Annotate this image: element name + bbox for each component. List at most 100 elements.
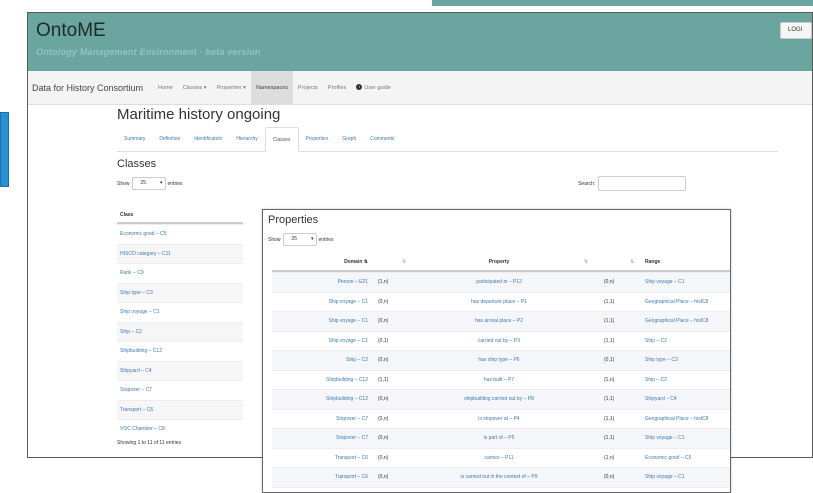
class-row[interactable]: Ship – C2	[117, 321, 243, 341]
class-row[interactable]: Stopover – C7	[117, 380, 243, 400]
class-column-header[interactable]: Class	[117, 207, 243, 224]
range-cell[interactable]: Ship – C2	[642, 332, 730, 351]
property-row: Shipbuilding – C12 (0,n) shipbuilding carr…	[272, 389, 730, 409]
domain-cell[interactable]: Shipbuilding – C12	[272, 390, 374, 409]
tab-summary[interactable]: Summary	[117, 127, 152, 151]
property-column-header[interactable]: Property	[414, 254, 584, 270]
class-row[interactable]: Economic good – C5	[117, 224, 243, 244]
tab-definition[interactable]: Definition	[152, 127, 187, 151]
property-cell[interactable]: is part of – P5	[414, 429, 584, 448]
range-cardinality-header[interactable]	[602, 254, 630, 270]
nav-classes-dropdown[interactable]: Classes ▾	[178, 71, 212, 105]
nav-profiles[interactable]: Profiles	[323, 71, 351, 105]
class-row[interactable]: Shipbuilding – C12	[117, 341, 243, 361]
app-brand[interactable]: OntoME	[36, 20, 106, 42]
property-cell[interactable]: is carried out in the context of – P9	[414, 468, 584, 487]
property-row: Transport – C6 (0,n) carries – P11 (1,n) Eco…	[272, 447, 730, 468]
domain-cell[interactable]: VOC Chamber – C8	[272, 488, 374, 493]
spacer-cell	[584, 410, 602, 429]
range-cell[interactable]: Geographical Place – histC8	[642, 410, 730, 429]
property-row: Ship – C2 (0,n) has ship type – P6 (0,1) Shi…	[272, 350, 730, 370]
class-row[interactable]: Shipyard – C4	[117, 360, 243, 380]
domain-cardinality-cell: (0,n)	[378, 474, 389, 480]
range-cell[interactable]: Economic good – C5	[642, 449, 730, 468]
range-cardinality-cell: (0,n)	[604, 474, 615, 480]
tab-comments[interactable]: Comments	[363, 127, 401, 151]
search-input[interactable]	[598, 176, 687, 191]
property-cell[interactable]: has ship type – P6	[414, 351, 584, 370]
classes-length-control: Show 25 ▾ entries	[117, 177, 183, 190]
page-title: Maritime history ongoing	[117, 106, 281, 123]
property-cell[interactable]: has arrival place – P2	[414, 312, 584, 331]
class-row[interactable]: Ship type – C3	[117, 282, 243, 302]
nav-home[interactable]: Home	[153, 71, 178, 105]
range-cardinality-cell: (1,n)	[604, 454, 615, 461]
tab-identification[interactable]: Identification	[187, 127, 229, 151]
domain-cell[interactable]: Stopover – C7	[272, 410, 374, 429]
classes-page-size-select[interactable]: 25 ▾	[131, 177, 166, 190]
show-label: Show	[117, 180, 130, 187]
range-cell[interactable]: Geographical Place – histC8	[642, 312, 730, 331]
class-row[interactable]: HISCO category – C11	[117, 243, 243, 263]
class-row[interactable]: VOC Chamber – C8	[117, 419, 243, 439]
nav-properties-dropdown[interactable]: Properties ▾	[212, 71, 251, 105]
range-cell[interactable]: Ship voyage – C1	[642, 488, 730, 493]
domain-cardinality-header[interactable]	[374, 254, 402, 270]
range-cell[interactable]: Ship voyage – C1	[642, 468, 730, 487]
range-cell[interactable]: Ship voyage – C1	[642, 273, 730, 292]
range-cardinality-cell: (0,n)	[602, 488, 630, 493]
sort-icon[interactable]: ⇅	[402, 254, 414, 270]
spacer-cell	[630, 312, 642, 331]
domain-cardinality-cell: (1,1)	[374, 488, 402, 493]
spacer-cell	[584, 293, 602, 312]
tab-classes[interactable]: Classes	[264, 127, 299, 152]
sort-icon[interactable]: ⇅	[584, 254, 602, 270]
property-cell[interactable]: has departure place – P1	[414, 293, 584, 312]
nav-brand[interactable]: Data for History Consortium	[32, 83, 143, 93]
spacer-cell	[630, 371, 642, 390]
domain-cell[interactable]: Shipbuilding – C12	[272, 371, 374, 390]
spacer-cell	[584, 468, 602, 487]
range-cell[interactable]: Ship voyage – C1	[642, 429, 730, 448]
side-panel-tab[interactable]	[0, 112, 9, 187]
property-cell[interactable]: has built – P7	[414, 371, 584, 390]
domain-cell[interactable]: Ship voyage – C1	[272, 332, 374, 351]
property-cell[interactable]: is stopover at – P4	[414, 410, 584, 429]
domain-cell[interactable]: Person – E21	[272, 273, 374, 292]
class-row[interactable]: Transport – C6	[117, 399, 243, 419]
domain-cardinality-cell: (0,n)	[378, 298, 389, 305]
property-cell[interactable]: fit out – P10	[414, 488, 584, 493]
domain-cell[interactable]: Ship – C2	[272, 351, 374, 370]
range-cell[interactable]: Ship – C2	[642, 371, 730, 390]
range-cell[interactable]: Ship type – C3	[642, 351, 730, 370]
domain-cell[interactable]: Transport – C6	[272, 449, 374, 468]
range-cardinality-cell: (0,n)	[604, 279, 615, 285]
class-row[interactable]: Ship voyage – C1	[117, 302, 243, 322]
domain-cell[interactable]: Ship voyage – C1	[272, 312, 374, 331]
nav-user-guide-label: User guide	[364, 84, 391, 91]
domain-cell[interactable]: Ship voyage – C1	[272, 293, 374, 312]
class-row[interactable]: Rank – C9	[117, 263, 243, 283]
range-column-header[interactable]: Range	[642, 254, 730, 270]
nav-namespaces[interactable]: Namespaces	[250, 70, 294, 105]
domain-cardinality-cell: (0,n)	[378, 396, 389, 402]
domain-cell[interactable]: Stopover – C7	[272, 429, 374, 448]
range-cell[interactable]: Shipyard – C4	[642, 390, 730, 409]
spacer-cell	[402, 488, 414, 493]
nav-projects[interactable]: Projects	[293, 71, 323, 105]
range-cell[interactable]: Geographical Place – histC8	[642, 293, 730, 312]
property-row: Person – E21 (1,n) participated in – P12 (0…	[272, 272, 730, 292]
domain-column-header[interactable]: Domain ⇅	[272, 254, 374, 270]
tab-properties[interactable]: Properties	[299, 127, 336, 151]
domain-cell[interactable]: Transport – C6	[272, 468, 374, 487]
tab-hierarchy[interactable]: Hierarchy	[229, 127, 264, 151]
properties-page-size-select[interactable]: 25 ▾	[282, 233, 317, 246]
login-button[interactable]: LOGI	[780, 22, 812, 39]
property-cell[interactable]: shipbuilding carried out by – P8	[414, 390, 584, 409]
property-cell[interactable]: carried out by – P3	[414, 332, 584, 351]
property-cell[interactable]: participated in – P12	[414, 273, 584, 292]
nav-user-guide[interactable]: i User guide	[351, 71, 396, 105]
sort-icon[interactable]: ⇅	[630, 254, 642, 270]
tab-graph[interactable]: Graph	[335, 127, 363, 151]
property-cell[interactable]: carries – P11	[414, 449, 584, 468]
